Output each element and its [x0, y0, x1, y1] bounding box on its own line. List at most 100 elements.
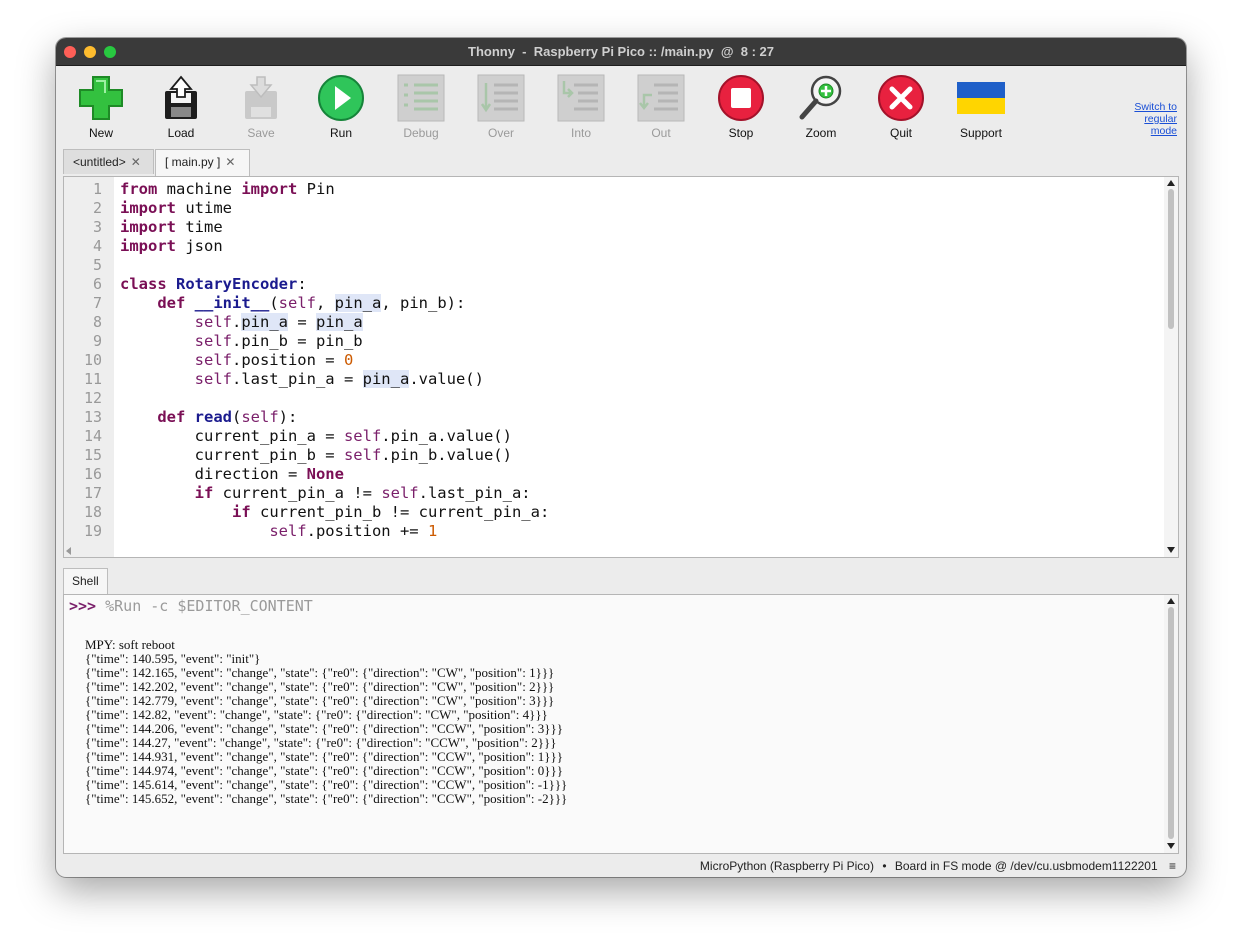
- shell-command-line: >>> %Run -c $EDITOR_CONTENT: [69, 597, 313, 615]
- line-number: 5: [92, 256, 102, 274]
- code-line: if current_pin_a != self.last_pin_a:: [194, 484, 531, 502]
- code-line: current_pin_b = self.pin_b.value(): [120, 446, 512, 464]
- shell-command: %Run -c $EDITOR_CONTENT: [105, 597, 313, 615]
- output-line: {"time": 142.779, "event": "change", "st…: [85, 693, 555, 708]
- new-file-icon: [79, 76, 123, 120]
- interpreter-status[interactable]: MicroPython (Raspberry Pi Pico): [700, 859, 874, 873]
- step-into-icon: [557, 74, 605, 122]
- line-number: 13: [83, 408, 102, 426]
- quit-button[interactable]: Quit: [866, 73, 936, 140]
- shell-panel[interactable]: >>> %Run -c $EDITOR_CONTENT MPY: soft re…: [63, 594, 1179, 854]
- code-line: current_pin_a = self.pin_a.value(): [120, 427, 512, 445]
- line-number: 14: [83, 427, 102, 445]
- title-bar: Thonny - Raspberry Pi Pico :: /main.py @…: [56, 38, 1186, 66]
- output-line: {"time": 144.27, "event": "change", "sta…: [85, 735, 557, 750]
- scrollbar-thumb[interactable]: [1168, 189, 1174, 329]
- debug-icon: [397, 74, 445, 122]
- code-line: from machine import Pin: [120, 180, 335, 198]
- code-line: self.position += 1: [269, 522, 438, 540]
- step-over-button[interactable]: Over: [466, 73, 536, 140]
- code-line: self.pin_a = pin_a: [194, 313, 363, 331]
- line-number: 19: [83, 522, 102, 540]
- line-number: 17: [83, 484, 102, 502]
- scroll-up-arrow-icon[interactable]: [1167, 180, 1175, 186]
- tab-main-py[interactable]: [ main.py ] ✕: [155, 149, 250, 176]
- quit-icon: [878, 75, 924, 121]
- load-button[interactable]: Load: [146, 73, 216, 140]
- line-number: 12: [83, 389, 102, 407]
- status-separator: •: [882, 859, 887, 873]
- line-number: 9: [92, 332, 102, 350]
- shell-output: MPY: soft reboot {"time": 140.595, "event…: [85, 638, 567, 806]
- code-line: self.position = 0: [194, 351, 354, 369]
- code-line: import time: [120, 218, 223, 236]
- switch-to-regular-mode-link[interactable]: Switch to regular mode: [1107, 101, 1177, 137]
- step-out-button[interactable]: Out: [626, 73, 696, 140]
- output-line: {"time": 144.974, "event": "change", "st…: [85, 763, 563, 778]
- zoom-icon: [799, 75, 842, 120]
- run-button[interactable]: Run: [306, 73, 376, 140]
- output-line: {"time": 140.595, "event": "init"}: [85, 651, 261, 666]
- editor-vertical-scrollbar[interactable]: [1164, 177, 1178, 557]
- scroll-up-arrow-icon[interactable]: [1167, 598, 1175, 604]
- ukraine-flag-icon: [957, 82, 1005, 114]
- status-bar: MicroPython (Raspberry Pi Pico) • Board …: [56, 855, 1186, 877]
- scroll-down-arrow-icon[interactable]: [1167, 547, 1175, 553]
- zoom-button[interactable]: Zoom: [786, 73, 856, 140]
- code-line: import utime: [120, 199, 232, 217]
- code-line: direction = None: [120, 465, 344, 483]
- code-line: class RotaryEncoder:: [120, 275, 307, 293]
- step-over-icon: [477, 74, 525, 122]
- output-line: {"time": 145.614, "event": "change", "st…: [85, 777, 568, 792]
- line-number: 6: [92, 275, 102, 293]
- window-title: Thonny - Raspberry Pi Pico :: /main.py @…: [468, 44, 774, 59]
- close-tab-icon[interactable]: ✕: [131, 155, 141, 169]
- board-status[interactable]: Board in FS mode @ /dev/cu.usbmodem11222…: [895, 859, 1158, 873]
- toolbar: New Load Save Run Debug Over Into Out St…: [56, 66, 1186, 144]
- scroll-left-arrow-icon[interactable]: [66, 547, 71, 555]
- code-line: def read(self):: [157, 408, 298, 426]
- support-button[interactable]: Support: [946, 73, 1016, 140]
- new-button[interactable]: New: [66, 73, 136, 140]
- code-line: self.pin_b = pin_b: [194, 332, 363, 350]
- output-line: {"time": 142.82, "event": "change", "sta…: [85, 707, 548, 722]
- shell-prompt: >>>: [69, 597, 97, 615]
- code-editor[interactable]: 1 2 3 4 5 6 7 8 9 10 11 12 13 14 15 16 1…: [63, 176, 1179, 558]
- code-line: import json: [120, 237, 223, 255]
- output-line: {"time": 145.652, "event": "change", "st…: [85, 791, 568, 806]
- code-line: def __init__(self, pin_a, pin_b):: [157, 294, 466, 312]
- output-line: {"time": 144.931, "event": "change", "st…: [85, 749, 563, 764]
- step-out-icon: [637, 74, 685, 122]
- tab-shell[interactable]: Shell: [63, 568, 108, 594]
- scroll-down-arrow-icon[interactable]: [1167, 843, 1175, 849]
- line-number: 7: [92, 294, 102, 312]
- code-line: if current_pin_b != current_pin_a:: [231, 503, 550, 521]
- output-line: {"time": 142.202, "event": "change", "st…: [85, 679, 555, 694]
- thonny-window: Thonny - Raspberry Pi Pico :: /main.py @…: [56, 38, 1186, 877]
- stop-icon: [718, 75, 764, 121]
- save-button[interactable]: Save: [226, 73, 296, 140]
- line-number: 8: [92, 313, 102, 331]
- shell-vertical-scrollbar[interactable]: [1164, 595, 1178, 853]
- step-into-button[interactable]: Into: [546, 73, 616, 140]
- debug-button[interactable]: Debug: [386, 73, 456, 140]
- line-number: 4: [92, 237, 102, 255]
- load-icon: [165, 75, 197, 119]
- output-line: {"time": 142.165, "event": "change", "st…: [85, 665, 555, 680]
- menu-icon[interactable]: ≡: [1169, 859, 1176, 873]
- close-tab-icon[interactable]: ✕: [225, 155, 235, 169]
- line-number: 15: [83, 446, 102, 464]
- stop-button[interactable]: Stop: [706, 73, 776, 140]
- code-line: self.last_pin_a = pin_a.value(): [194, 370, 484, 388]
- line-number: 11: [83, 370, 102, 388]
- output-line: MPY: soft reboot: [85, 637, 175, 652]
- tab-untitled[interactable]: <untitled> ✕: [63, 149, 154, 174]
- line-number: 16: [83, 465, 102, 483]
- run-icon: [318, 75, 364, 121]
- line-number: 3: [92, 218, 102, 236]
- output-line: {"time": 144.206, "event": "change", "st…: [85, 721, 563, 736]
- line-number: 10: [83, 351, 102, 369]
- line-number: 18: [83, 503, 102, 521]
- line-number: 1: [92, 180, 102, 198]
- scrollbar-thumb[interactable]: [1168, 607, 1174, 839]
